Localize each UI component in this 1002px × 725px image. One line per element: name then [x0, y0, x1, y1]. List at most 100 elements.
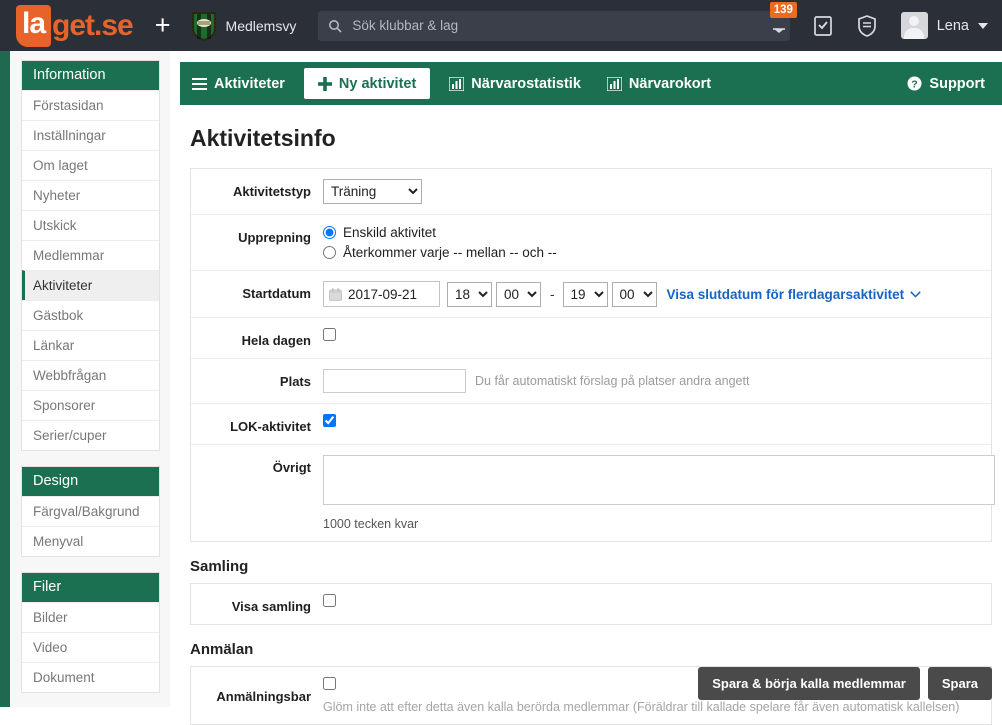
sidebar-item-om-laget[interactable]: Om laget — [22, 150, 159, 180]
checklist-icon[interactable] — [812, 14, 834, 38]
laget-logo[interactable]: la get.se — [16, 4, 134, 47]
sidebar-heading-design: Design — [22, 467, 159, 496]
radio-aterkommer[interactable]: Återkommer varje -- mellan -- och -- — [323, 245, 991, 260]
bar-chart-icon — [449, 76, 465, 91]
sidebar-item-video[interactable]: Video — [22, 632, 159, 662]
sidebar: Information Förstasidan Inställningar Om… — [10, 51, 170, 707]
show-gathering-checkbox[interactable] — [323, 594, 336, 607]
lok-activity-checkbox[interactable] — [323, 414, 336, 427]
sidebar-item-aktiviteter[interactable]: Aktiviteter — [22, 270, 159, 300]
row-plats: Plats Du får automatiskt förslag på plat… — [191, 358, 991, 403]
control-visa-samling — [323, 594, 991, 607]
label-startdatum: Startdatum — [242, 286, 311, 301]
registrable-hint: Glöm inte att efter detta även kalla ber… — [323, 700, 960, 714]
label-lok-aktivitet: LOK-aktivitet — [230, 419, 311, 434]
row-aktivitetstyp: Aktivitetstyp Träning — [191, 169, 991, 214]
notification-count-badge: 139 — [769, 1, 797, 18]
radio-aterkommer-input[interactable] — [323, 246, 336, 259]
control-ovrigt: 1000 tecken kvar — [323, 455, 995, 531]
avatar-body — [904, 28, 925, 39]
radio-enskild-aktivitet[interactable]: Enskild aktivitet — [323, 225, 991, 240]
place-hint: Du får automatiskt förslag på platser an… — [475, 374, 750, 388]
section-title-samling: Samling — [190, 558, 249, 575]
tab-narvarokort[interactable]: Närvarokort — [594, 62, 724, 105]
row-startdatum: Startdatum 2017-09-21 18 00 - 19 00 Visa… — [191, 270, 991, 317]
add-button[interactable]: + — [155, 12, 171, 39]
sidebar-item-menyval[interactable]: Menyval — [22, 526, 159, 556]
control-upprepning: Enskild aktivitet Återkommer varje -- me… — [323, 225, 991, 260]
sidebar-block-filer: Filer Bilder Video Dokument — [21, 572, 160, 693]
logo-text: get.se — [52, 8, 134, 42]
row-visa-samling: Visa samling — [191, 584, 991, 624]
registrable-checkbox[interactable] — [323, 677, 336, 690]
control-hela-dagen — [323, 328, 991, 341]
sidebar-item-serier-cuper[interactable]: Serier/cuper — [22, 420, 159, 450]
bell-icon — [772, 27, 785, 33]
other-textarea[interactable] — [323, 455, 995, 505]
activity-type-select[interactable]: Träning — [323, 179, 422, 204]
sidebar-item-nyheter[interactable]: Nyheter — [22, 180, 159, 210]
sidebar-item-bilder[interactable]: Bilder — [22, 602, 159, 632]
avatar-head — [909, 16, 920, 26]
form-footer-buttons: Spara & börja kalla medlemmar Spara — [698, 667, 992, 700]
plus-icon — [317, 76, 332, 91]
sidebar-item-forstasidan[interactable]: Förstasidan — [22, 90, 159, 120]
sidebar-heading-filer: Filer — [22, 573, 159, 602]
chevron-down-icon[interactable] — [978, 22, 988, 29]
save-and-call-members-button[interactable]: Spara & börja kalla medlemmar — [698, 667, 920, 700]
label-visa-samling: Visa samling — [231, 599, 311, 614]
tab-aktiviteter[interactable]: Aktiviteter — [180, 62, 298, 105]
start-date-input[interactable]: 2017-09-21 — [323, 281, 440, 307]
bar-chart-icon — [606, 76, 622, 91]
control-aktivitetstyp: Träning — [323, 179, 991, 204]
club-name-label[interactable]: Medlemsvy — [226, 18, 297, 34]
sidebar-block-information: Information Förstasidan Inställningar Om… — [21, 60, 160, 451]
save-button[interactable]: Spara — [927, 667, 992, 700]
support-label: Support — [929, 75, 985, 92]
sidebar-item-webbfragan[interactable]: Webbfrågan — [22, 360, 159, 390]
end-minute-select[interactable]: 00 — [611, 281, 657, 307]
row-lok-aktivitet: LOK-aktivitet — [191, 403, 991, 444]
control-startdatum: 2017-09-21 18 00 - 19 00 Visa slutdatum … — [323, 281, 991, 307]
shield-icon[interactable] — [856, 14, 878, 38]
all-day-checkbox[interactable] — [323, 328, 336, 341]
sidebar-item-fargval-bakgrund[interactable]: Färgval/Bakgrund — [22, 496, 159, 526]
notifications-bell[interactable]: 139 — [768, 1, 797, 37]
sidebar-item-gastbok[interactable]: Gästbok — [22, 300, 159, 330]
sidebar-block-design: Design Färgval/Bakgrund Menyval — [21, 466, 160, 557]
row-ovrigt: Övrigt 1000 tecken kvar — [191, 444, 995, 541]
search-input[interactable] — [350, 11, 761, 40]
sidebar-item-dokument[interactable]: Dokument — [22, 662, 159, 692]
search-box[interactable] — [318, 10, 791, 41]
start-hour-select[interactable]: 18 — [447, 281, 492, 307]
username-label[interactable]: Lena — [937, 18, 969, 34]
tab-ny-aktivitet[interactable]: Ny aktivitet — [303, 68, 431, 99]
activity-toolbar: Aktiviteter Ny aktivitet Närvarostatisti… — [180, 62, 1002, 105]
tab-narvarostatistik-label: Närvarostatistik — [471, 75, 581, 92]
start-minute-select[interactable]: 00 — [496, 281, 541, 307]
avatar[interactable] — [900, 12, 928, 39]
radio-enskild-label: Enskild aktivitet — [343, 225, 437, 240]
calendar-icon — [329, 287, 342, 301]
top-navigation-bar: laget.se + Medlemsvy 139 — [0, 0, 1002, 51]
sidebar-item-utskick[interactable]: Utskick — [22, 210, 159, 240]
label-plats: Plats — [279, 374, 311, 389]
time-separator: - — [550, 286, 555, 302]
place-input[interactable] — [323, 369, 466, 393]
tab-narvarostatistik[interactable]: Närvarostatistik — [436, 62, 594, 105]
radio-enskild-input[interactable] — [323, 226, 336, 239]
sidebar-item-installningar[interactable]: Inställningar — [22, 120, 159, 150]
support-button[interactable]: ? Support — [894, 62, 1002, 105]
end-hour-select[interactable]: 19 — [562, 281, 608, 307]
sidebar-item-sponsorer[interactable]: Sponsorer — [22, 390, 159, 420]
sidebar-item-lankar[interactable]: Länkar — [22, 330, 159, 360]
main-content: Aktiviteter Ny aktivitet Närvarostatisti… — [170, 51, 1002, 725]
sidebar-item-medlemmar[interactable]: Medlemmar — [22, 240, 159, 270]
sidebar-heading-information: Information — [22, 61, 159, 90]
label-hela-dagen: Hela dagen — [241, 333, 311, 348]
top-right-icons: 139 Lena — [757, 0, 996, 51]
club-shield-icon[interactable] — [191, 11, 217, 41]
show-end-date-link[interactable]: Visa slutdatum för flerdagarsaktivitet — [667, 287, 922, 302]
row-hela-dagen: Hela dagen — [191, 317, 991, 358]
search-icon — [329, 19, 342, 33]
